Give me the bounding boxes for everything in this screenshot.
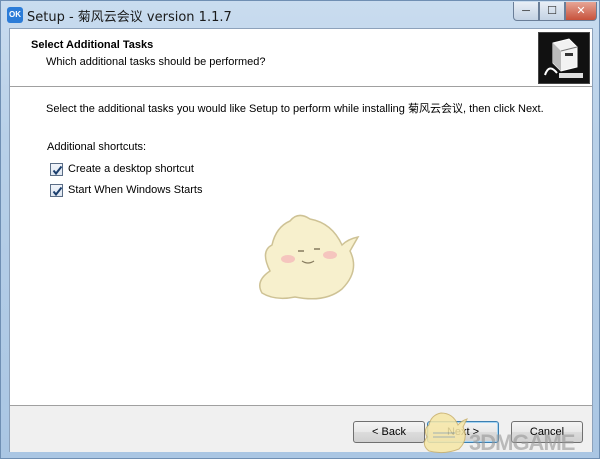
- page-title: Select Additional Tasks: [31, 39, 154, 51]
- back-button[interactable]: < Back: [353, 421, 425, 443]
- task-description: Select the additional tasks you would li…: [46, 103, 544, 115]
- mascot-watermark-icon: [250, 211, 365, 306]
- computer-disk-icon: [538, 32, 590, 84]
- desktop-shortcut-label: Create a desktop shortcut: [68, 163, 194, 175]
- task-desktop-shortcut[interactable]: Create a desktop shortcut: [50, 161, 194, 177]
- window-title: Setup - 菊风云会议 version 1.1.7: [27, 10, 232, 25]
- start-with-windows-label: Start When Windows Starts: [68, 184, 203, 196]
- watermark-text: 3DMGAME: [469, 430, 575, 455]
- wizard-client: Select Additional Tasks Which additional…: [9, 28, 593, 452]
- setup-window: OK Setup - 菊风云会议 version 1.1.7 ─ ☐ ✕ Sel…: [0, 0, 600, 459]
- close-button[interactable]: ✕: [565, 2, 597, 21]
- task-start-with-windows[interactable]: Start When Windows Starts: [50, 182, 203, 198]
- minimize-button[interactable]: ─: [513, 2, 539, 21]
- watermark-mascot-icon: [419, 407, 469, 455]
- maximize-button[interactable]: ☐: [539, 2, 565, 21]
- page-subtitle: Which additional tasks should be perform…: [46, 56, 266, 68]
- wizard-header: Select Additional Tasks Which additional…: [10, 29, 592, 87]
- title-bar[interactable]: OK Setup - 菊风云会议 version 1.1.7 ─ ☐ ✕: [1, 1, 600, 28]
- shortcuts-group-label: Additional shortcuts:: [47, 141, 147, 153]
- start-with-windows-checkbox[interactable]: [50, 183, 63, 197]
- desktop-shortcut-checkbox[interactable]: [50, 162, 63, 176]
- wizard-body: Select the additional tasks you would li…: [10, 88, 592, 404]
- app-icon: OK: [7, 7, 23, 23]
